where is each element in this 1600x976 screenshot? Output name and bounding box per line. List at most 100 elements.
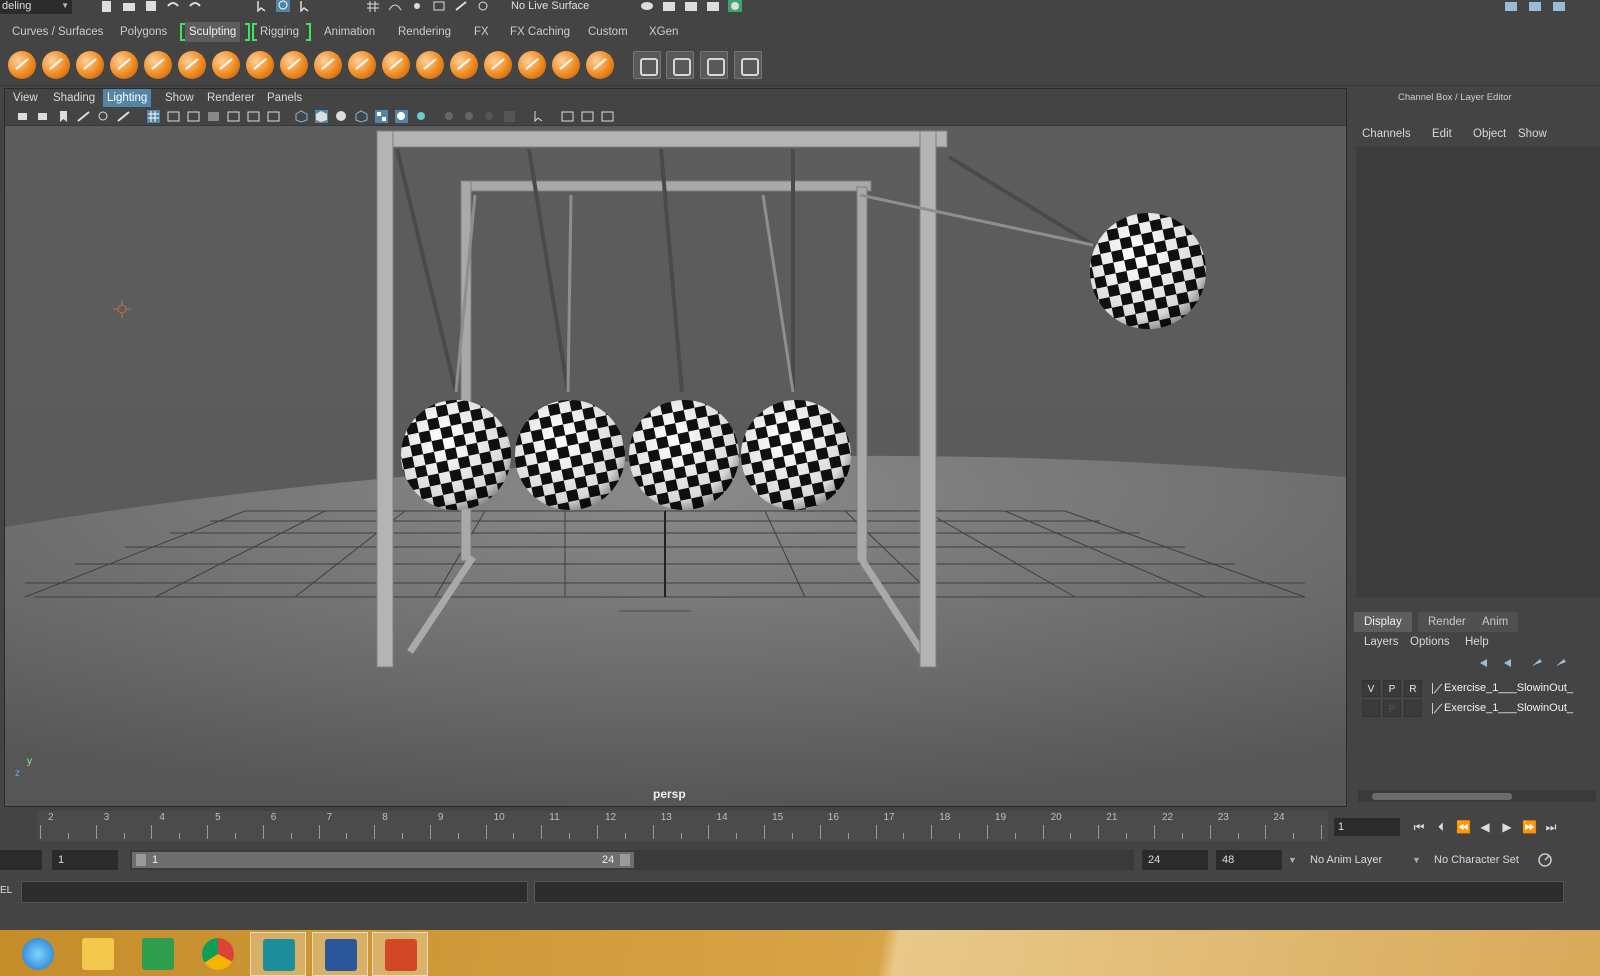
layer-name[interactable]: Exercise_1___SlowinOut_ — [1444, 700, 1573, 717]
range-end-handle[interactable] — [620, 854, 630, 866]
play-backwards-icon[interactable]: ◀ — [1478, 820, 1492, 834]
camera-lock-icon[interactable] — [37, 110, 50, 123]
go-to-end-icon[interactable]: ⏭ — [1544, 820, 1558, 834]
pendulum-ball[interactable] — [741, 400, 851, 510]
smooth-shade-icon[interactable] — [315, 110, 328, 123]
menu-help[interactable]: Help — [1465, 636, 1489, 648]
maya-taskbar-button[interactable] — [250, 932, 306, 976]
viewport-panel[interactable]: View Shading Lighting Show Renderer Pane… — [4, 88, 1347, 807]
xray-joints-icon[interactable] — [601, 110, 614, 123]
animation-end-field[interactable]: 48 — [1216, 850, 1282, 870]
undo-icon[interactable] — [166, 0, 180, 12]
xray-active-components-icon[interactable] — [581, 110, 594, 123]
snap-curve-icon[interactable] — [388, 0, 402, 12]
relax-brush-icon[interactable] — [76, 51, 104, 79]
chrome-taskbar-button[interactable] — [190, 932, 246, 976]
layer-playback-toggle[interactable]: P — [1383, 680, 1401, 697]
menu-panels[interactable]: Panels — [263, 89, 306, 107]
scene-view[interactable] — [5, 127, 1346, 806]
shadows-icon[interactable] — [415, 110, 428, 123]
pendulum-ball[interactable] — [401, 400, 511, 510]
spray-brush-icon[interactable] — [246, 51, 274, 79]
layer-reference-toggle[interactable]: R — [1404, 680, 1422, 697]
tab-custom[interactable]: Custom — [584, 22, 632, 42]
lasso-tool-icon[interactable] — [276, 0, 290, 12]
tab-rigging[interactable]: Rigging — [256, 22, 303, 42]
wireframe-on-shaded-icon[interactable] — [355, 110, 368, 123]
multisample-aa-icon[interactable] — [483, 110, 496, 123]
new-scene-icon[interactable] — [100, 0, 114, 12]
convert-freeze-icon[interactable] — [633, 51, 661, 79]
menu-show-cb[interactable]: Show — [1518, 128, 1547, 140]
file-explorer-taskbar-button[interactable] — [70, 932, 126, 976]
hypershade-icon[interactable] — [728, 0, 742, 12]
screen-space-ao-icon[interactable] — [443, 110, 456, 123]
layer-color-icon[interactable] — [1432, 683, 1442, 694]
menu-show[interactable]: Show — [161, 89, 198, 107]
smooth-brush-icon[interactable] — [42, 51, 70, 79]
menu-options[interactable]: Options — [1410, 636, 1450, 648]
layer-horizontal-scrollbar[interactable] — [1358, 790, 1596, 802]
menu-lighting[interactable]: Lighting — [103, 89, 152, 107]
field-chart-icon[interactable] — [227, 110, 240, 123]
paint-select-icon[interactable] — [298, 0, 312, 12]
render-settings-icon[interactable] — [706, 0, 720, 12]
internet-explorer-taskbar-button[interactable] — [10, 932, 66, 976]
snap-surface-icon[interactable] — [454, 0, 468, 12]
word-taskbar-button[interactable] — [312, 932, 368, 976]
layer-color-icon[interactable] — [1432, 703, 1442, 714]
move-layer-down-icon[interactable] — [1504, 659, 1511, 667]
store-taskbar-button[interactable] — [130, 932, 186, 976]
tab-fx[interactable]: FX — [470, 22, 493, 42]
grease-pencil-icon[interactable] — [117, 110, 130, 123]
open-scene-icon[interactable] — [122, 0, 136, 12]
time-slider-track[interactable]: 2 3 4 5 6 7 8 9 10 11 12 13 14 15 16 17 18 19 20 21 22 23 24 — [38, 811, 1328, 841]
layer-playback-toggle[interactable]: P — [1383, 700, 1401, 717]
tab-anim[interactable]: Anim — [1472, 612, 1519, 632]
wax-brush-icon[interactable] — [348, 51, 376, 79]
pinch-brush-icon[interactable] — [144, 51, 172, 79]
bulge-brush-icon[interactable] — [518, 51, 546, 79]
create-empty-layer-icon[interactable] — [1532, 659, 1542, 666]
wireframe-icon[interactable] — [295, 110, 308, 123]
command-input[interactable] — [21, 881, 528, 903]
attribute-editor-icon[interactable] — [1528, 0, 1542, 12]
repeat-brush-icon[interactable] — [280, 51, 308, 79]
isolate-select-icon[interactable] — [533, 110, 546, 123]
step-back-frame-icon[interactable]: ⏴ — [1434, 820, 1448, 834]
tab-curves-surfaces[interactable]: Curves / Surfaces — [8, 22, 107, 42]
play-forwards-icon[interactable]: ▶ — [1500, 820, 1514, 834]
tab-sculpting[interactable]: Sculpting — [185, 22, 241, 42]
tab-fx-caching[interactable]: FX Caching — [506, 22, 574, 42]
step-forward-key-icon[interactable]: ⏩ — [1522, 820, 1537, 834]
character-set-dropdown[interactable]: ▼ No Character Set — [1412, 850, 1532, 870]
menu-object[interactable]: Object — [1473, 128, 1506, 140]
playback-range-bar[interactable]: 1 24 — [130, 850, 1134, 870]
safe-action-icon[interactable] — [247, 110, 260, 123]
xray-icon[interactable] — [561, 110, 574, 123]
pendulum-ball[interactable] — [515, 400, 625, 510]
grab-brush-icon[interactable] — [110, 51, 138, 79]
menu-shading[interactable]: Shading — [49, 89, 99, 107]
render-frame-icon[interactable] — [662, 0, 676, 12]
playback-end-field[interactable]: 24 — [1142, 850, 1208, 870]
tab-render[interactable]: Render — [1418, 612, 1476, 632]
fill-brush-icon[interactable] — [416, 51, 444, 79]
animation-start-field[interactable]: 1 — [52, 850, 118, 870]
menu-renderer[interactable]: Renderer — [203, 89, 259, 107]
powerpoint-taskbar-button[interactable] — [372, 932, 428, 976]
anim-layer-dropdown[interactable]: ▼ No Anim Layer — [1288, 850, 1408, 870]
layer-visibility-toggle[interactable] — [1362, 700, 1380, 717]
grid-toggle-icon[interactable] — [147, 110, 160, 123]
sculpt-brush-icon[interactable] — [8, 51, 36, 79]
imprint-brush-icon[interactable] — [314, 51, 342, 79]
script-language-label[interactable]: EL — [0, 885, 12, 896]
bookmark-icon[interactable] — [57, 110, 70, 123]
current-frame-field[interactable]: 1 — [1334, 818, 1400, 836]
step-back-key-icon[interactable]: ⏪ — [1456, 820, 1471, 834]
save-scene-icon[interactable] — [144, 0, 158, 12]
select-tool-icon[interactable] — [255, 0, 269, 12]
default-material-icon[interactable] — [335, 110, 348, 123]
pendulum-ball-raised[interactable] — [1090, 213, 1206, 329]
film-gate-icon[interactable] — [167, 110, 180, 123]
